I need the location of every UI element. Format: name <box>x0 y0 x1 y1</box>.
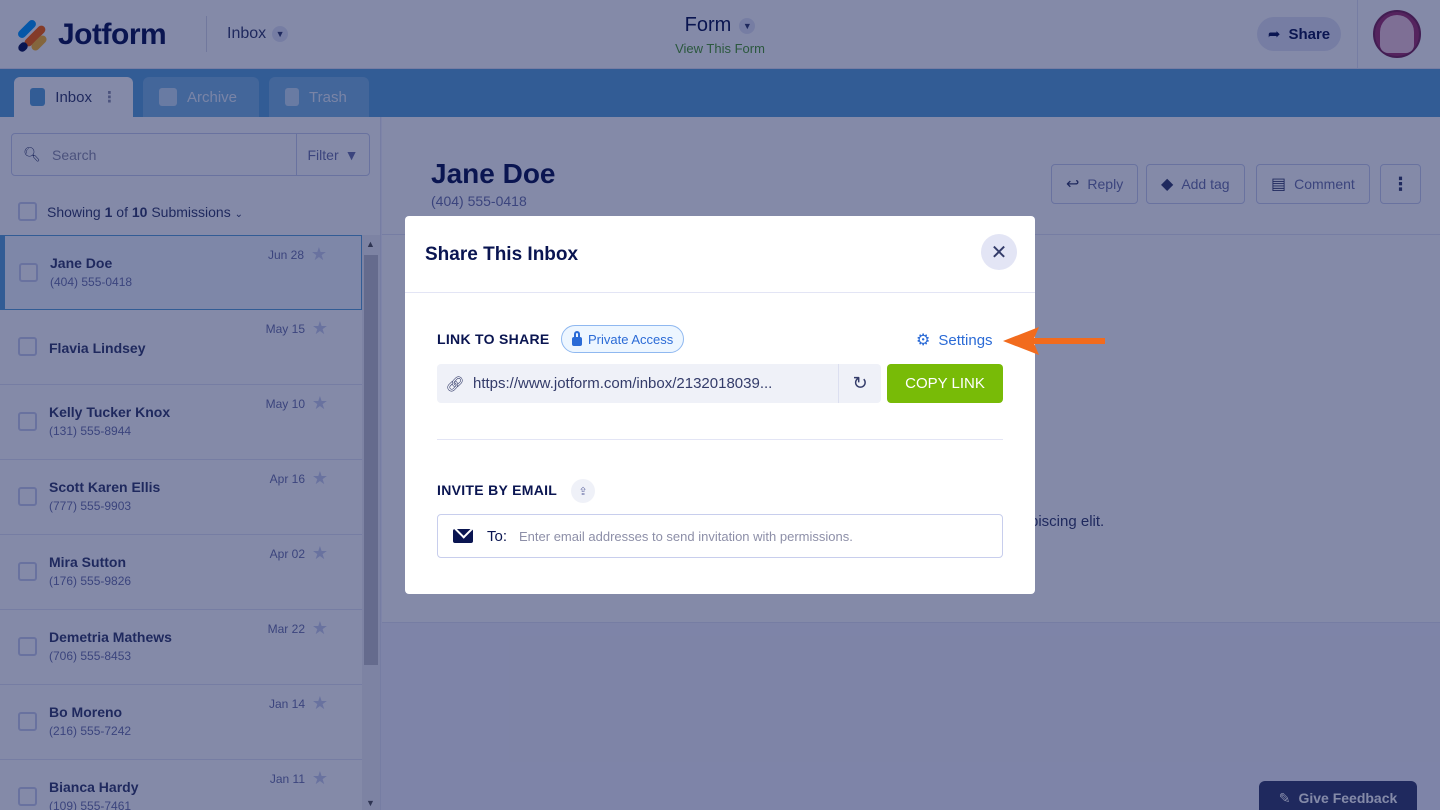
modal-title: Share This Inbox <box>425 244 579 265</box>
share-inbox-modal: Share This Inbox ✕ LINK TO SHARE Private… <box>405 216 1035 594</box>
link-icon: 🔗︎ <box>445 375 465 393</box>
annotation-arrow-icon <box>1003 327 1105 355</box>
modal-header: Share This Inbox ✕ <box>405 216 1035 293</box>
upload-icon[interactable]: ⇪ <box>571 479 595 503</box>
lock-icon <box>572 330 582 346</box>
copy-link-button[interactable]: COPY LINK <box>887 364 1003 403</box>
share-url[interactable]: https://www.jotform.com/inbox/2132018039… <box>473 375 838 392</box>
access-badge-label: Private Access <box>588 331 674 347</box>
gear-icon: ⚙ <box>916 332 931 349</box>
to-label: To: <box>487 527 508 545</box>
close-icon: ✕ <box>990 241 1008 264</box>
email-invite-field[interactable]: To: Enter email addresses to send invita… <box>437 514 1003 558</box>
close-button[interactable]: ✕ <box>981 234 1017 270</box>
email-input[interactable]: Enter email addresses to send invitation… <box>519 529 853 544</box>
invite-by-email-label: INVITE BY EMAIL <box>437 482 558 498</box>
refresh-link-button[interactable]: ↻ <box>838 364 881 403</box>
private-access-badge[interactable]: Private Access <box>561 325 685 353</box>
share-url-field: 🔗︎ https://www.jotform.com/inbox/2132018… <box>437 364 881 403</box>
arrow-shaft <box>1029 338 1105 344</box>
settings-link[interactable]: ⚙ Settings <box>916 330 993 350</box>
settings-label: Settings <box>938 331 993 349</box>
envelope-icon <box>453 529 473 543</box>
divider <box>437 439 1003 440</box>
refresh-icon: ↻ <box>852 373 868 393</box>
link-to-share-label: LINK TO SHARE <box>437 331 550 347</box>
